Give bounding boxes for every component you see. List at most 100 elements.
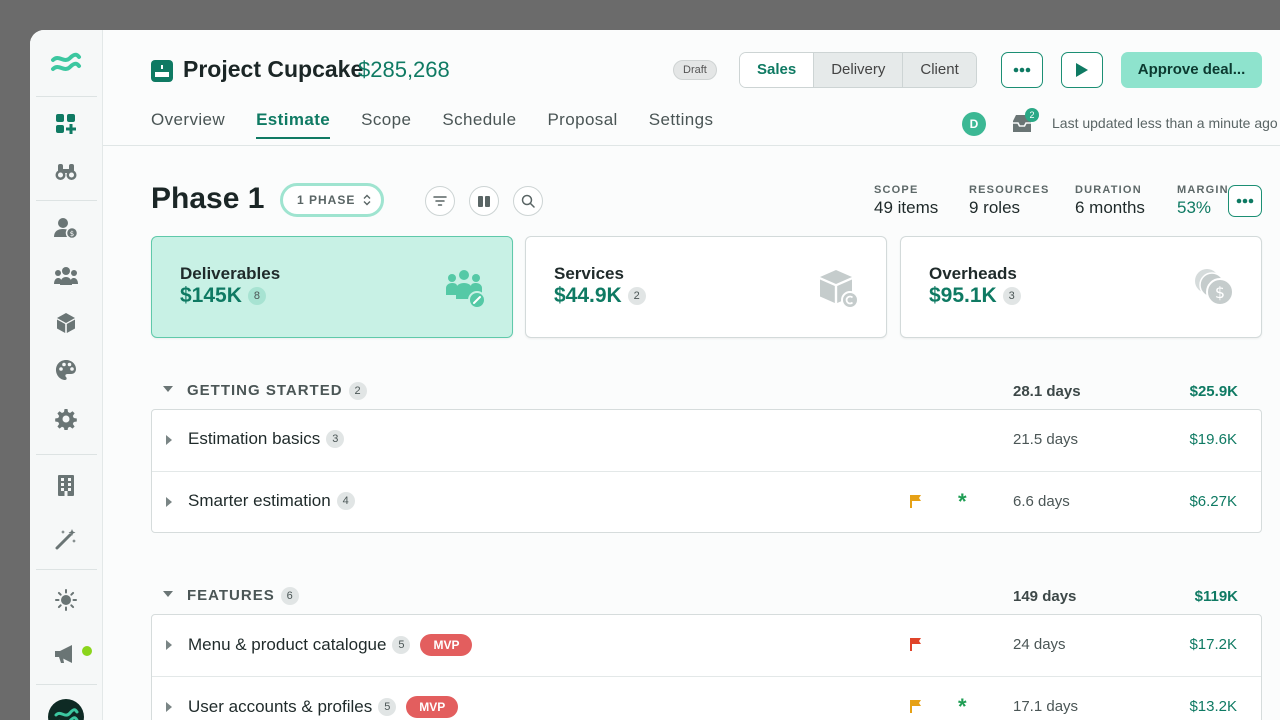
group-amount: $25.9K [1189, 383, 1238, 400]
flag-icon[interactable] [910, 699, 922, 713]
group-rows: Estimation basics 3 21.5 days $19.6K Smar… [151, 409, 1262, 533]
tab-proposal[interactable]: Proposal [547, 110, 617, 139]
flag-icon[interactable] [910, 637, 922, 651]
approve-deal-button[interactable]: Approve deal... [1121, 52, 1262, 88]
project-tabs: Overview Estimate Scope Schedule Proposa… [151, 110, 713, 139]
row-amount: $13.2K [1189, 698, 1237, 715]
search-button[interactable] [513, 186, 543, 216]
group-count-badge: 6 [280, 587, 299, 605]
group-getting-started[interactable]: GETTING STARTED 2 28.1 days $25.9K [151, 374, 1262, 408]
group-count-badge: 2 [348, 382, 367, 400]
present-button[interactable] [1061, 52, 1103, 88]
magic-wand-icon[interactable] [54, 527, 78, 551]
stat-value: 6 months [1075, 198, 1145, 217]
caret-down-icon[interactable] [163, 386, 173, 393]
gear-icon[interactable] [54, 407, 78, 431]
filter-button[interactable] [425, 186, 455, 216]
app-window: $ Project Cupcake $285,268 Draft Sales D… [30, 30, 1280, 720]
project-header: Project Cupcake $285,268 Draft Sales Del… [103, 30, 1280, 146]
deliverables-card[interactable]: Deliverables $145K 8 [151, 236, 513, 338]
table-row[interactable]: User accounts & profiles 5 MVP * 17.1 days… [152, 676, 1261, 720]
binoculars-icon[interactable] [54, 160, 78, 184]
group-features[interactable]: FEATURES 6 149 days $119K [151, 579, 1262, 613]
stat-duration: DURATION 6 months [1075, 184, 1145, 218]
workspace-avatar[interactable] [48, 699, 84, 720]
view-delivery-button[interactable]: Delivery [813, 53, 903, 87]
caret-right-icon[interactable] [166, 640, 173, 650]
caret-down-icon[interactable] [163, 591, 173, 598]
phase-selector[interactable]: 1 PHASE [280, 183, 384, 217]
team-tools-icon [446, 270, 486, 309]
row-amount: $19.6K [1189, 431, 1237, 448]
stat-label: MARGIN [1177, 184, 1229, 196]
box-clock-icon [820, 270, 859, 309]
team-icon[interactable] [54, 264, 78, 288]
tab-scope[interactable]: Scope [361, 110, 411, 139]
row-amount: $17.2K [1189, 636, 1237, 653]
mvp-tag[interactable]: MVP [420, 634, 473, 656]
overheads-card[interactable]: Overheads $95.1K 3 $ [900, 236, 1262, 338]
caret-right-icon[interactable] [166, 435, 173, 445]
flag-icon[interactable] [910, 494, 922, 508]
card-count-badge: 8 [247, 287, 266, 305]
asterisk-icon[interactable]: * [958, 491, 967, 513]
tab-overview[interactable]: Overview [151, 110, 225, 139]
tab-schedule[interactable]: Schedule [442, 110, 516, 139]
table-row[interactable]: Estimation basics 3 21.5 days $19.6K [152, 410, 1261, 471]
side-rail: $ [30, 30, 103, 720]
play-icon [1076, 63, 1088, 77]
row-count-badge: 3 [326, 430, 345, 448]
sun-icon[interactable] [54, 588, 78, 612]
stat-label: SCOPE [874, 184, 919, 196]
columns-button[interactable] [469, 186, 499, 216]
row-days: 21.5 days [1013, 431, 1079, 448]
tab-settings[interactable]: Settings [649, 110, 714, 139]
view-sales-button[interactable]: Sales [740, 53, 814, 87]
megaphone-icon[interactable] [54, 642, 78, 666]
phase-more-button[interactable] [1228, 185, 1262, 217]
svg-text:$: $ [1215, 283, 1225, 302]
row-amount: $6.27K [1189, 493, 1237, 510]
main-content: Project Cupcake $285,268 Draft Sales Del… [103, 30, 1280, 720]
more-actions-button[interactable] [1001, 52, 1043, 88]
user-avatar[interactable]: D [962, 112, 986, 136]
card-amount: $95.1K 3 [929, 284, 1021, 308]
caret-right-icon[interactable] [166, 497, 173, 507]
status-badge[interactable]: Draft [673, 60, 717, 80]
cube-icon[interactable] [54, 311, 78, 335]
asterisk-icon[interactable]: * [958, 696, 967, 718]
project-title[interactable]: Project Cupcake [183, 56, 363, 83]
table-row[interactable]: Menu & product catalogue 5 MVP 24 days $17… [152, 615, 1261, 676]
group-days: 28.1 days [1013, 383, 1081, 400]
user-cost-icon[interactable]: $ [54, 216, 78, 240]
services-card[interactable]: Services $44.9K 2 [525, 236, 887, 338]
card-count-badge: 3 [1002, 287, 1021, 305]
updown-chevron-icon [363, 194, 371, 206]
view-client-button[interactable]: Client [902, 53, 976, 87]
view-mode-switcher: Sales Delivery Client [739, 52, 977, 88]
rail-divider [36, 569, 97, 570]
stat-label: DURATION [1075, 184, 1142, 196]
palette-icon[interactable] [54, 358, 78, 382]
tab-estimate[interactable]: Estimate [256, 110, 331, 139]
caret-right-icon[interactable] [166, 702, 173, 712]
card-title: Services [554, 264, 624, 283]
table-row[interactable]: Smarter estimation 4 * 6.6 days $6.27K [152, 471, 1261, 532]
stat-value: 53% [1177, 198, 1212, 217]
mvp-tag[interactable]: MVP [406, 696, 459, 718]
stat-margin: MARGIN 53% [1177, 184, 1229, 218]
search-icon [521, 194, 535, 208]
stat-value: 9 roles [969, 198, 1021, 217]
app-logo-icon[interactable] [50, 52, 82, 76]
row-name: User accounts & profiles 5 MVP [188, 696, 459, 718]
row-name: Estimation basics 3 [188, 429, 345, 449]
row-count-badge: 4 [336, 492, 355, 510]
row-name: Menu & product catalogue 5 MVP [188, 634, 473, 656]
dashboard-add-icon[interactable] [54, 112, 78, 136]
building-icon[interactable] [54, 473, 78, 497]
project-total: $285,268 [358, 57, 450, 82]
rail-divider [36, 96, 97, 97]
card-amount: $145K 8 [180, 284, 266, 308]
inbox-count-badge: 2 [1025, 108, 1039, 122]
card-title: Deliverables [180, 264, 281, 283]
